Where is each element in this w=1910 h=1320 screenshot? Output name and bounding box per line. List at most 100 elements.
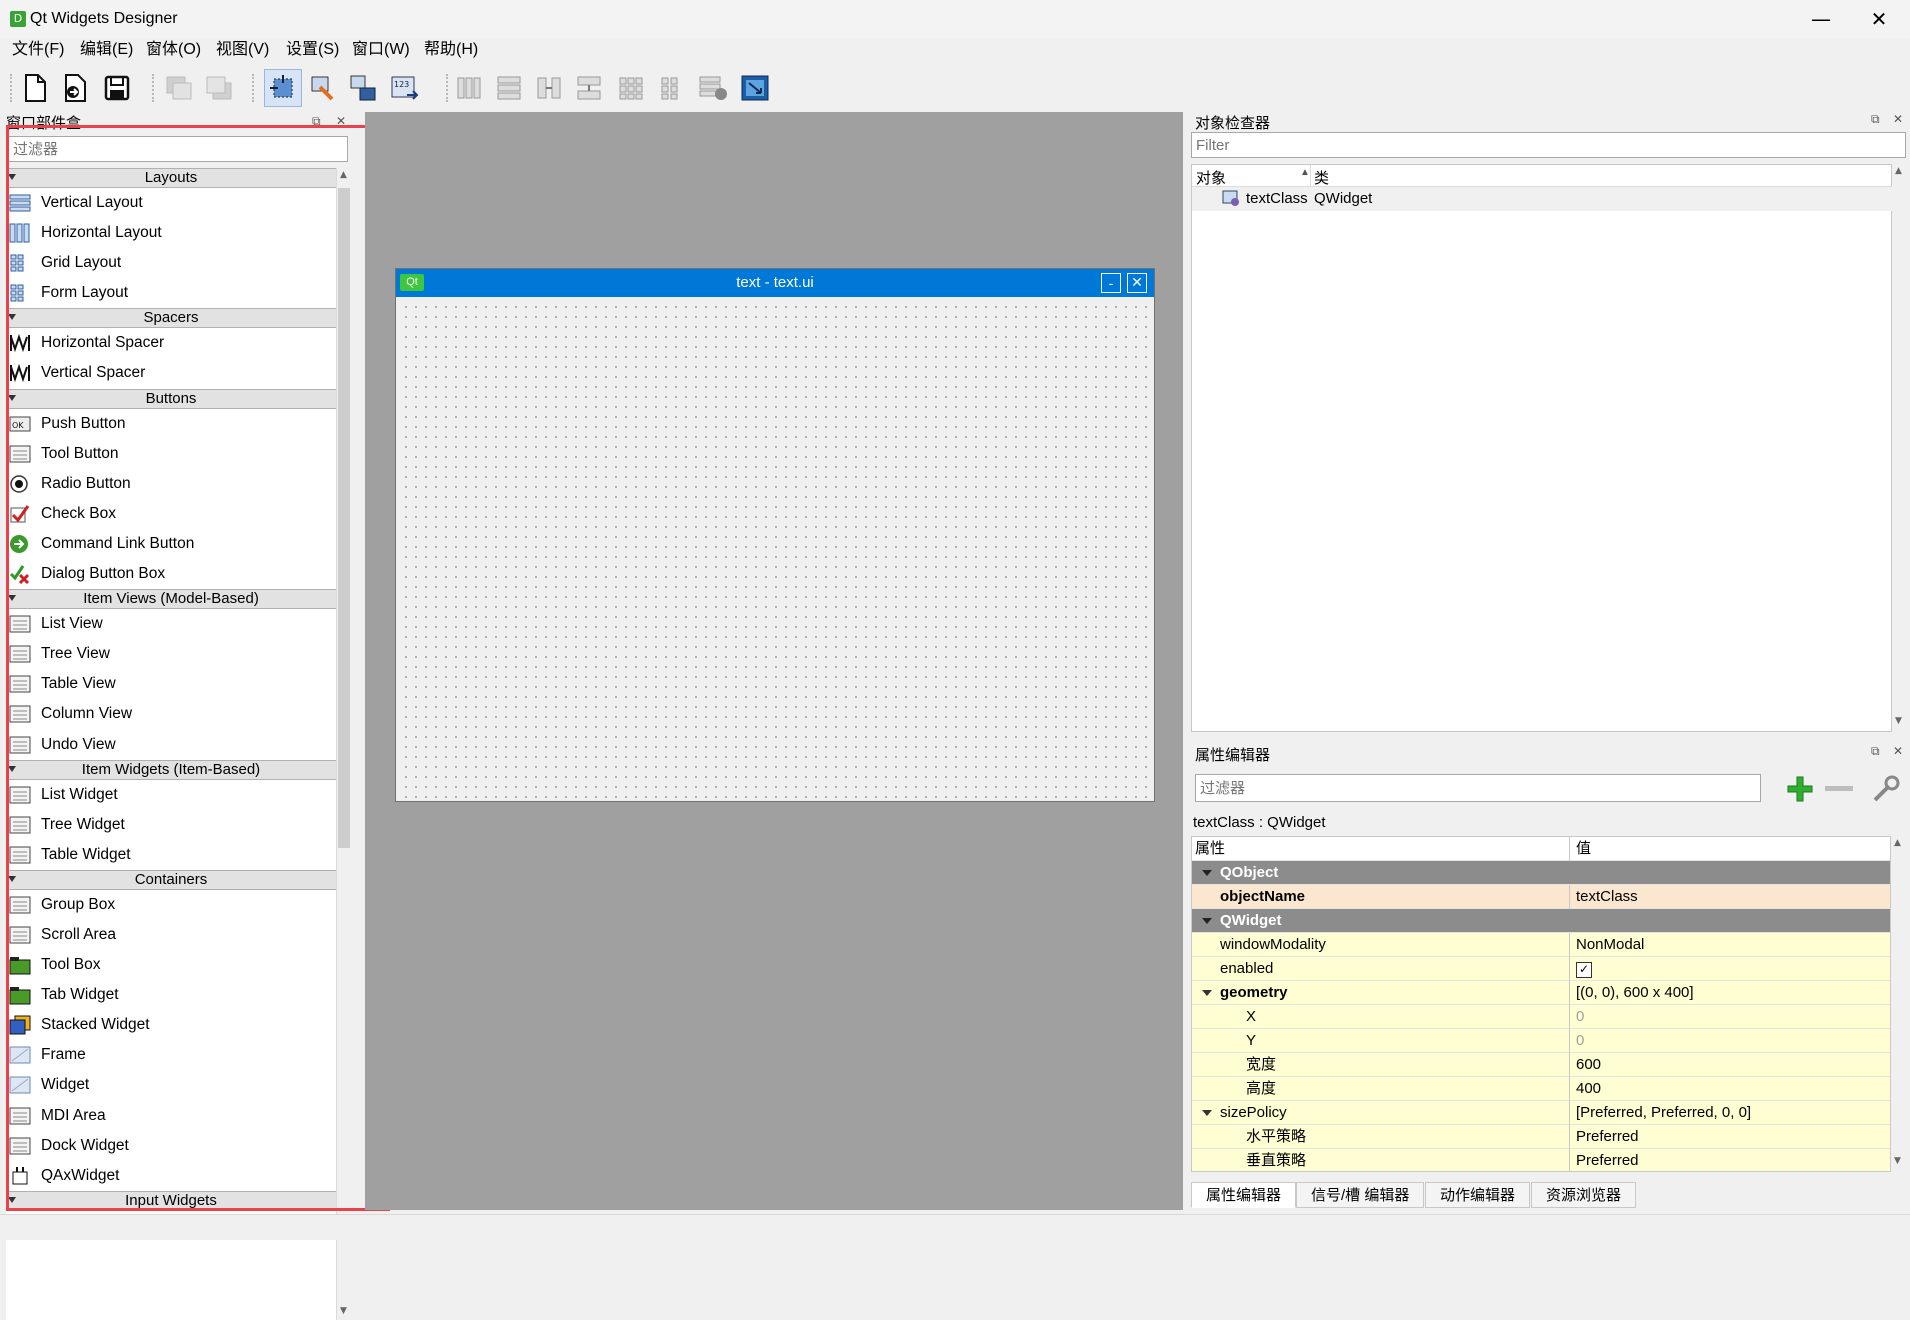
expand-arrow-icon[interactable] xyxy=(1202,990,1212,996)
property-value[interactable]: NonModal xyxy=(1576,936,1644,953)
property-table: 属性 值 QObject objectName textClass QWidget wi… xyxy=(1191,836,1891,1172)
edit-tab-order-icon[interactable]: 123 xyxy=(386,69,424,107)
adjust-size-icon[interactable] xyxy=(736,69,774,107)
form-window[interactable]: text - text.ui Qt - ✕ xyxy=(395,268,1155,802)
break-layout-icon[interactable] xyxy=(694,69,732,107)
property-row[interactable]: X0 xyxy=(1192,1005,1890,1029)
property-name: sizePolicy xyxy=(1220,1104,1287,1121)
form-canvas[interactable] xyxy=(398,299,1150,799)
property-editor-tabs: 属性编辑器 信号/槽 编辑器 动作编辑器 资源浏览器 xyxy=(1191,1182,1891,1208)
property-row[interactable]: 水平策略 Preferred xyxy=(1192,1125,1890,1149)
status-bar xyxy=(0,1214,1910,1240)
property-group-row[interactable]: QWidget xyxy=(1192,909,1890,933)
enabled-checkbox[interactable]: ✓ xyxy=(1576,962,1592,978)
expand-arrow-icon[interactable] xyxy=(1202,870,1212,876)
layout-form-icon[interactable] xyxy=(652,69,690,107)
object-filter-input[interactable] xyxy=(1191,132,1906,158)
expand-arrow-icon[interactable] xyxy=(1202,918,1212,924)
tab-signal-slot-editor[interactable]: 信号/槽 编辑器 xyxy=(1296,1182,1425,1208)
property-group-row[interactable]: QObject xyxy=(1192,861,1890,885)
menu-settings[interactable]: 设置(S) xyxy=(282,38,343,62)
add-dynamic-property-icon[interactable] xyxy=(1785,774,1815,804)
property-row[interactable]: sizePolicy [Preferred, Preferred, 0, 0] xyxy=(1192,1101,1890,1125)
edit-widgets-icon[interactable] xyxy=(264,69,302,107)
property-name: QObject xyxy=(1220,864,1279,881)
column-object[interactable]: 对象 xyxy=(1196,167,1226,188)
column-value: 值 xyxy=(1576,840,1592,857)
property-row[interactable]: 高度 400 xyxy=(1192,1077,1890,1101)
maximize-button[interactable] xyxy=(1760,0,1822,38)
property-value[interactable]: [(0, 0), 600 x 400] xyxy=(1576,984,1694,1001)
property-name: 垂直策略 xyxy=(1246,1152,1307,1169)
property-table-scrollbar[interactable]: ▲ ▼ xyxy=(1891,836,1907,1172)
scroll-down-icon[interactable]: ▼ xyxy=(340,1306,347,1316)
layout-vertical-icon[interactable] xyxy=(490,69,528,107)
property-value[interactable]: 0 xyxy=(1576,1032,1584,1049)
sort-arrow-icon: ▲ xyxy=(1300,167,1310,178)
layout-vertical-splitter-icon[interactable] xyxy=(570,69,608,107)
float-dock-icon[interactable]: ⧉ xyxy=(1871,112,1880,127)
object-tree-scrollbar[interactable]: ▲ ▼ xyxy=(1892,164,1908,732)
open-file-icon[interactable] xyxy=(56,69,94,107)
column-property: 属性 xyxy=(1192,837,1570,861)
object-class: QWidget xyxy=(1314,190,1373,207)
object-name: textClass xyxy=(1246,190,1308,207)
edit-buddies-icon[interactable] xyxy=(344,69,382,107)
svg-text:123: 123 xyxy=(394,80,409,89)
float-dock-icon[interactable]: ⧉ xyxy=(1871,744,1880,759)
menu-edit[interactable]: 编辑(E) xyxy=(76,38,137,62)
property-name: geometry xyxy=(1220,984,1288,1001)
property-row[interactable]: 垂直策略 Preferred xyxy=(1192,1149,1890,1171)
property-filter-input[interactable] xyxy=(1195,774,1761,802)
close-dock-icon[interactable]: ✕ xyxy=(1893,744,1903,758)
property-value[interactable]: 400 xyxy=(1576,1080,1601,1097)
property-name: X xyxy=(1246,1008,1257,1025)
property-value[interactable]: Preferred xyxy=(1576,1128,1639,1145)
layout-horizontal-icon[interactable] xyxy=(450,69,488,107)
bring-to-front-icon[interactable] xyxy=(160,69,198,107)
property-row[interactable]: geometry [(0, 0), 600 x 400] xyxy=(1192,981,1890,1005)
form-minimize-button[interactable]: - xyxy=(1101,273,1121,293)
property-editor-panel: 属性编辑器 ⧉ ✕ textClass : QWidget 属性 值 QObje… xyxy=(1185,740,1910,1210)
menu-view[interactable]: 视图(V) xyxy=(212,38,273,62)
menu-window[interactable]: 窗口(W) xyxy=(348,38,414,62)
property-name: 水平策略 xyxy=(1246,1128,1307,1145)
tab-resource-browser[interactable]: 资源浏览器 xyxy=(1531,1182,1637,1208)
menu-form[interactable]: 窗体(O) xyxy=(142,38,205,62)
form-title-bar[interactable]: text - text.ui xyxy=(396,269,1154,297)
property-value[interactable]: Preferred xyxy=(1576,1152,1639,1169)
property-row[interactable]: objectName textClass xyxy=(1192,885,1890,909)
column-class[interactable]: 类 xyxy=(1314,167,1329,188)
new-file-icon[interactable] xyxy=(16,69,54,107)
property-value[interactable]: 0 xyxy=(1576,1008,1584,1025)
layout-grid-icon[interactable] xyxy=(612,69,650,107)
property-row[interactable]: enabled ✓ xyxy=(1192,957,1890,981)
menu-help[interactable]: 帮助(H) xyxy=(420,38,482,62)
edit-signals-slots-icon[interactable] xyxy=(304,69,342,107)
property-class-label: textClass : QWidget xyxy=(1193,814,1326,831)
property-row[interactable]: 宽度 600 xyxy=(1192,1053,1890,1077)
object-row[interactable]: textClass QWidget xyxy=(1192,187,1892,211)
property-value[interactable]: 600 xyxy=(1576,1056,1601,1073)
tab-property-editor[interactable]: 属性编辑器 xyxy=(1191,1182,1297,1208)
menu-file[interactable]: 文件(F) xyxy=(8,38,68,62)
expand-arrow-icon[interactable] xyxy=(1202,1110,1212,1116)
object-tree-header: 对象 ▲ 类 xyxy=(1192,165,1892,187)
remove-property-icon[interactable] xyxy=(1825,786,1853,791)
save-icon[interactable] xyxy=(98,69,136,107)
property-row[interactable]: Y0 xyxy=(1192,1029,1890,1053)
menu-bar: 文件(F) 编辑(E) 窗体(O) 视图(V) 设置(S) 窗口(W) 帮助(H… xyxy=(0,38,1910,62)
property-row[interactable]: windowModality NonModal xyxy=(1192,933,1890,957)
property-value[interactable]: [Preferred, Preferred, 0, 0] xyxy=(1576,1104,1751,1121)
configure-wrench-icon[interactable] xyxy=(1871,774,1901,804)
highlight-box xyxy=(6,125,390,1211)
property-value[interactable]: textClass xyxy=(1576,888,1638,905)
layout-horizontal-splitter-icon[interactable] xyxy=(530,69,568,107)
form-close-button[interactable]: ✕ xyxy=(1127,273,1147,293)
send-to-back-icon[interactable] xyxy=(200,69,238,107)
property-table-header: 属性 值 xyxy=(1192,837,1890,861)
close-window-button[interactable]: ✕ xyxy=(1848,0,1910,38)
close-dock-icon[interactable]: ✕ xyxy=(1893,112,1903,126)
tab-action-editor[interactable]: 动作编辑器 xyxy=(1425,1182,1531,1208)
property-name: Y xyxy=(1246,1032,1257,1049)
